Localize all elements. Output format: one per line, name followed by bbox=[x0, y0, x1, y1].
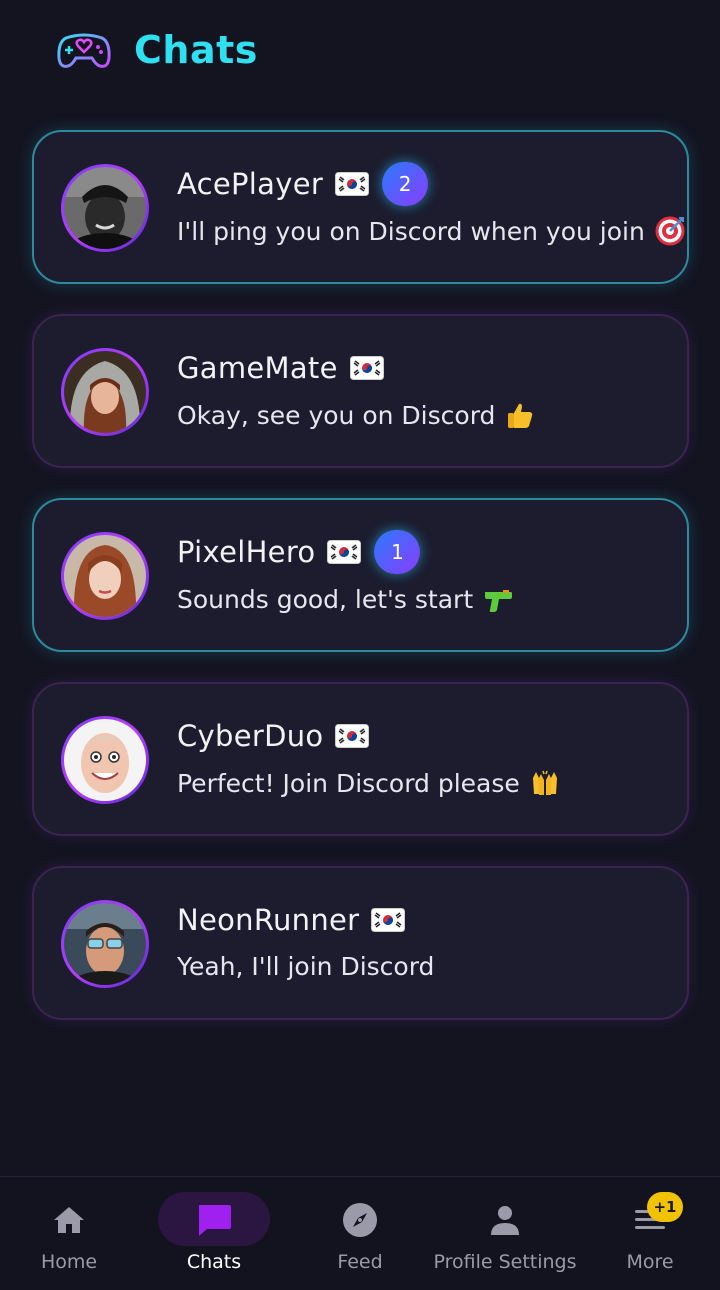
nav-label: Home bbox=[40, 1251, 98, 1273]
nav-more[interactable]: More bbox=[610, 1177, 690, 1290]
chat-item[interactable]: AcePlayer 2 I'll ping you on Discord whe… bbox=[32, 130, 689, 284]
korea-flag-icon bbox=[335, 172, 370, 196]
unread-count-badge: 2 bbox=[382, 162, 429, 206]
chat-name: PixelHero bbox=[177, 535, 316, 569]
chat-name: NeonRunner bbox=[177, 903, 360, 937]
avatar bbox=[61, 348, 149, 436]
user-icon bbox=[485, 1200, 525, 1240]
avatar bbox=[61, 716, 149, 804]
last-message: Sounds good, let's start bbox=[177, 584, 474, 614]
chat-name: GameMate bbox=[177, 351, 338, 385]
more-notification-badge: +1 bbox=[647, 1192, 683, 1222]
compass-icon bbox=[340, 1200, 380, 1240]
korea-flag-icon bbox=[327, 540, 362, 564]
nav-profile-settings[interactable]: Profile Settings bbox=[425, 1177, 585, 1290]
target-emoji bbox=[655, 216, 685, 246]
chat-name: CyberDuo bbox=[177, 719, 324, 753]
korea-flag-icon bbox=[349, 356, 384, 380]
chat-item[interactable]: NeonRunner Yeah, I'll join Discord bbox=[32, 866, 689, 1020]
nav-chats[interactable]: Chats bbox=[174, 1177, 254, 1290]
chat-name: AcePlayer bbox=[177, 167, 324, 201]
nav-label: Profile Settings bbox=[433, 1251, 577, 1273]
avatar bbox=[61, 532, 149, 620]
unread-count-badge: 1 bbox=[374, 530, 421, 574]
avatar bbox=[61, 164, 149, 252]
app-header: Chats bbox=[56, 22, 258, 78]
avatar bbox=[61, 900, 149, 988]
thumbs-up-emoji bbox=[508, 403, 533, 428]
korea-flag-icon bbox=[371, 908, 406, 932]
chat-bubble-icon bbox=[194, 1200, 234, 1240]
nav-feed[interactable]: Feed bbox=[320, 1177, 400, 1290]
last-message: Perfect! Join Discord please bbox=[177, 768, 520, 798]
nav-label: Feed bbox=[337, 1251, 383, 1273]
korea-flag-icon bbox=[335, 724, 370, 748]
chat-item[interactable]: PixelHero 1 Sounds good, let's start bbox=[32, 498, 689, 652]
last-message: I'll ping you on Discord when you join bbox=[177, 216, 645, 246]
raised-hands-emoji bbox=[532, 770, 557, 795]
water-pistol-emoji bbox=[485, 590, 513, 612]
home-icon bbox=[49, 1200, 89, 1240]
last-message: Yeah, I'll join Discord bbox=[177, 952, 435, 981]
bottom-nav: Home Chats Feed Profile Settings More bbox=[0, 1176, 720, 1290]
page-title: Chats bbox=[134, 28, 258, 72]
chat-list: AcePlayer 2 I'll ping you on Discord whe… bbox=[32, 130, 689, 1050]
gamepad-heart-icon bbox=[57, 33, 111, 68]
nav-label: More bbox=[626, 1251, 674, 1273]
chat-item[interactable]: GameMate Okay, see you on Discord bbox=[32, 314, 689, 468]
nav-label: Chats bbox=[186, 1251, 242, 1273]
chat-item[interactable]: CyberDuo Perfect! Join Discord please bbox=[32, 682, 689, 836]
last-message: Okay, see you on Discord bbox=[177, 400, 496, 430]
nav-home[interactable]: Home bbox=[29, 1177, 109, 1290]
